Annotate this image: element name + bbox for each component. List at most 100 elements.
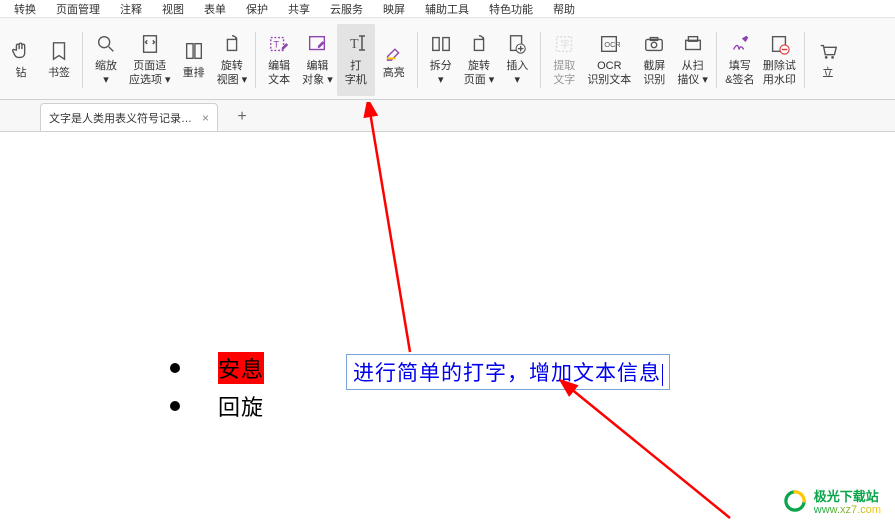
fit-icon xyxy=(138,32,162,56)
menu-item-convert[interactable]: 转换 xyxy=(4,0,46,18)
text-cursor xyxy=(662,364,663,386)
menu-bar: 转换 页面管理 注释 视图 表单 保护 共享 云服务 映屏 辅助工具 特色功能 … xyxy=(0,0,895,18)
menu-item-screencast[interactable]: 映屏 xyxy=(373,0,415,18)
insert-icon xyxy=(505,32,529,56)
ribbon-label: 拆分 xyxy=(430,60,452,73)
scan-icon xyxy=(681,32,705,56)
ocr-icon: OCR xyxy=(597,32,621,56)
annotation-arrow-icon xyxy=(360,102,440,362)
ribbon-label: 打 xyxy=(350,60,361,73)
rotate-icon xyxy=(220,32,244,56)
ribbon-trywm-button[interactable]: 删除试用水印 xyxy=(759,24,800,96)
ribbon-label: 插入 xyxy=(506,60,528,73)
bookmark-icon xyxy=(47,39,71,63)
ribbon-label: 识别 xyxy=(643,74,665,87)
svg-text:T: T xyxy=(350,37,359,52)
ribbon-more-button[interactable]: 立 xyxy=(809,24,847,96)
ribbon-bookmark-button[interactable]: 书签 xyxy=(40,24,78,96)
menu-item-comment[interactable]: 注释 xyxy=(110,0,152,18)
ribbon-label: 字机 xyxy=(345,74,367,87)
ribbon-label: 页面 ▾ xyxy=(464,74,495,87)
edittext-icon: T xyxy=(267,32,291,56)
list-item-text[interactable]: 回旋 xyxy=(218,390,264,422)
menu-item-cloud[interactable]: 云服务 xyxy=(320,0,373,18)
ribbon-insert-button[interactable]: 插入 ▾ xyxy=(498,24,536,96)
ribbon-label: 识别文本 xyxy=(587,74,631,87)
menu-item-feature[interactable]: 特色功能 xyxy=(479,0,543,18)
menu-item-protect[interactable]: 保护 xyxy=(236,0,278,18)
ribbon-label: 应选项 ▾ xyxy=(129,74,171,87)
ribbon-fillsign-button[interactable]: 填写&签名 xyxy=(721,24,759,96)
svg-text:字: 字 xyxy=(561,39,570,50)
ribbon-zoom-button[interactable]: 缩放 ▾ xyxy=(87,24,125,96)
document-area[interactable]: 安息 回旋 进行简单的打字，增加文本信息 极光下载站 www.xz7.com xyxy=(0,132,895,522)
hand-icon xyxy=(9,39,33,63)
menu-item-share[interactable]: 共享 xyxy=(278,0,320,18)
typed-text: 进行简单的打字，增加文本信息 xyxy=(353,361,661,385)
menu-item-help[interactable]: 帮助 xyxy=(543,0,585,18)
typewriter-icon: T xyxy=(344,32,368,56)
menu-item-assist[interactable]: 辅助工具 xyxy=(415,0,479,18)
ribbon-label: ▾ xyxy=(438,74,444,87)
ribbon-toolbar: 钻书签缩放 ▾页面适应选项 ▾重排旋转视图 ▾T编辑文本编辑对象 ▾T打字机高亮… xyxy=(0,18,895,100)
ribbon-label: 立 xyxy=(822,67,833,80)
cart-icon xyxy=(816,39,840,63)
ribbon-edittext-button[interactable]: T编辑文本 xyxy=(260,24,298,96)
watermark-name: 极光下载站 xyxy=(814,486,881,505)
ribbon-label: 提取 xyxy=(553,60,575,73)
split-icon xyxy=(429,32,453,56)
ribbon-highlight-button[interactable]: 高亮 xyxy=(375,24,413,96)
document-tab[interactable]: 文字是人类用表义符号记录… × xyxy=(40,103,218,131)
wm-icon xyxy=(767,32,791,56)
menu-item-page-manage[interactable]: 页面管理 xyxy=(46,0,110,18)
close-icon[interactable]: × xyxy=(202,111,209,125)
list-item: 安息 xyxy=(170,352,264,384)
ribbon-pageopt-button[interactable]: 页面适应选项 ▾ xyxy=(125,24,175,96)
ribbon-label: OCR xyxy=(597,60,621,73)
ribbon-rotpage-button[interactable]: 旋转页面 ▾ xyxy=(460,24,499,96)
zoom-icon xyxy=(94,32,118,56)
ribbon-label: 视图 ▾ xyxy=(217,74,248,87)
ribbon-label: 描仪 ▾ xyxy=(677,74,708,87)
svg-text:OCR: OCR xyxy=(605,40,621,49)
bullet-list: 安息 回旋 xyxy=(170,352,264,428)
list-item-text-highlighted[interactable]: 安息 xyxy=(218,352,264,384)
watermark: 极光下载站 www.xz7.com xyxy=(782,486,881,516)
ribbon-rotview-button[interactable]: 旋转视图 ▾ xyxy=(213,24,252,96)
ribbon-label: 编辑 xyxy=(268,60,290,73)
ribbon-label: 对象 ▾ xyxy=(302,74,333,87)
ribbon-typewriter-button[interactable]: T打字机 xyxy=(337,24,375,96)
ribbon-scan-button[interactable]: 从扫描仪 ▾ xyxy=(673,24,712,96)
add-tab-button[interactable]: + xyxy=(228,103,256,131)
editobj-icon xyxy=(305,32,329,56)
ribbon-label: ▾ xyxy=(515,74,521,87)
bullet-icon xyxy=(170,401,180,411)
watermark-domain: www.xz7.com xyxy=(814,505,881,516)
ribbon-ocr-button[interactable]: OCROCR识别文本 xyxy=(583,24,635,96)
ribbon-split-button[interactable]: 拆分 ▾ xyxy=(422,24,460,96)
ribbon-label: 编辑 xyxy=(306,60,328,73)
watermark-text: 极光下载站 www.xz7.com xyxy=(814,486,881,516)
ribbon-label: 从扫 xyxy=(682,60,704,73)
svg-text:T: T xyxy=(274,40,280,50)
menu-item-view[interactable]: 视图 xyxy=(152,0,194,18)
ribbon-label: 钻 xyxy=(16,67,27,80)
sign-icon xyxy=(728,32,752,56)
shot-icon xyxy=(642,32,666,56)
ribbon-label: 页面适 xyxy=(133,60,166,73)
rotate-icon xyxy=(467,32,491,56)
ribbon-hand-button[interactable]: 钻 xyxy=(2,24,40,96)
ribbon-label: 用水印 xyxy=(763,74,796,87)
ribbon-label: 重排 xyxy=(183,67,205,80)
typewriter-text-box[interactable]: 进行简单的打字，增加文本信息 xyxy=(346,354,670,390)
ribbon-editobj-button[interactable]: 编辑对象 ▾ xyxy=(298,24,337,96)
annotation-arrow-icon xyxy=(560,378,740,528)
ribbon-label: 文字 xyxy=(553,74,575,87)
ribbon-label: ▾ xyxy=(103,74,109,87)
ribbon-extract-button[interactable]: 字提取文字 xyxy=(545,24,583,96)
ribbon-separator xyxy=(82,32,83,88)
ribbon-screenshot-button[interactable]: 截屏识别 xyxy=(635,24,673,96)
list-item: 回旋 xyxy=(170,390,264,422)
menu-item-form[interactable]: 表单 xyxy=(194,0,236,18)
ribbon-rearr-button[interactable]: 重排 xyxy=(175,24,213,96)
